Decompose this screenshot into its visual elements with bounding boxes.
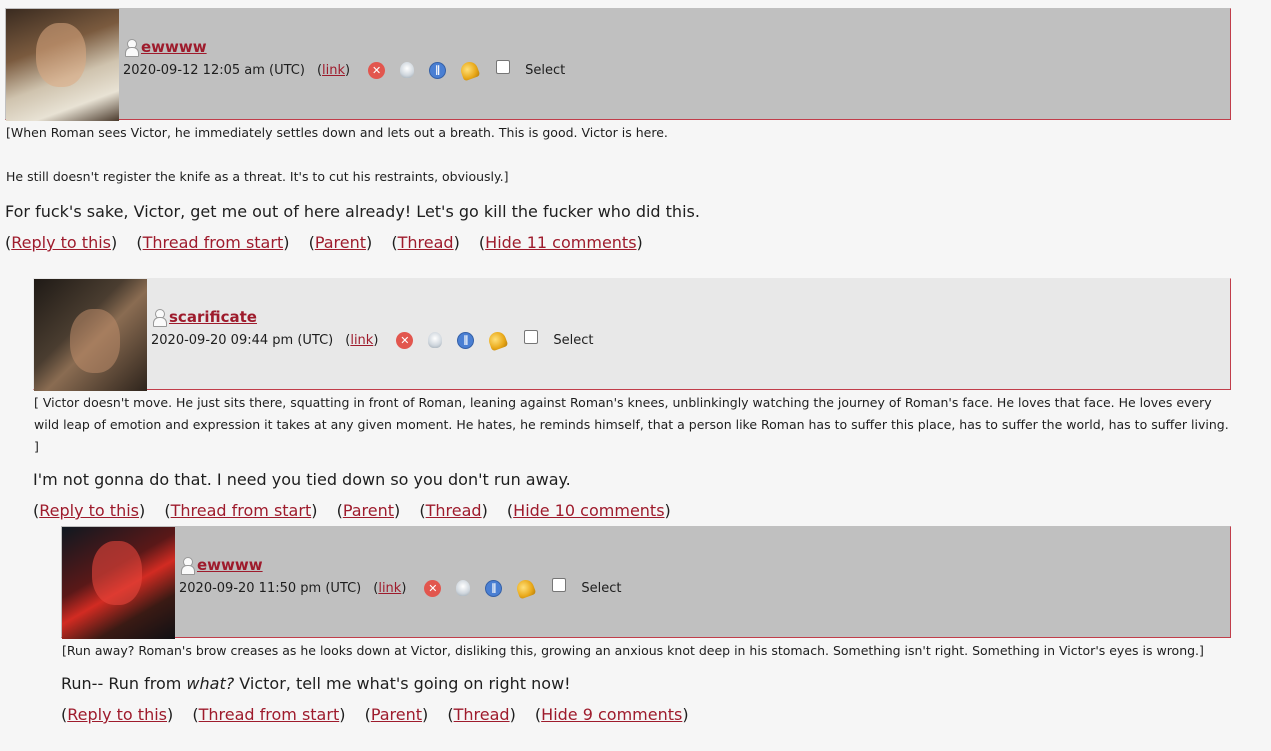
username-link[interactable]: ewwww (141, 38, 207, 56)
track-icon[interactable] (428, 332, 443, 348)
parent-link[interactable]: Parent (371, 705, 422, 724)
screen-icon[interactable] (458, 59, 481, 81)
comment-date: 2020-09-12 12:05 am (UTC) (123, 62, 305, 78)
select-checkbox[interactable] (524, 330, 539, 344)
comment-meta: ewwww 2020-09-12 12:05 am (UTC) (link) S… (119, 9, 565, 119)
track-icon[interactable] (456, 580, 471, 596)
delete-icon[interactable] (368, 61, 386, 79)
comment-date: 2020-09-20 09:44 pm (UTC) (151, 332, 334, 348)
comment-meta: scarificate 2020-09-20 09:44 pm (UTC) (l… (147, 279, 594, 389)
comment-header: ewwww 2020-09-20 11:50 pm (UTC) (link) S… (61, 526, 1231, 639)
screen-icon[interactable] (487, 329, 509, 351)
username-link[interactable]: ewwww (197, 556, 263, 574)
comment-meta: ewwww 2020-09-20 11:50 pm (UTC) (link) S… (175, 527, 622, 637)
select-checkbox[interactable] (496, 60, 511, 74)
thread-link[interactable]: Thread (426, 501, 482, 520)
reply-link[interactable]: Reply to this (11, 233, 111, 252)
user-icon[interactable] (151, 307, 167, 327)
comment-info: 2020-09-12 12:05 am (UTC) (link) Select (123, 59, 565, 81)
comment-text: [When Roman sees Victor, he immediately … (6, 125, 668, 140)
reply-link[interactable]: Reply to this (39, 501, 139, 520)
parent-link[interactable]: Parent (343, 501, 394, 520)
hide-comments-link[interactable]: Hide 11 comments (485, 233, 636, 252)
comment-header: scarificate 2020-09-20 09:44 pm (UTC) (l… (33, 278, 1231, 391)
track-icon[interactable] (400, 62, 415, 78)
hide-comments-link[interactable]: Hide 10 comments (513, 501, 664, 520)
thread-from-start-link[interactable]: Thread from start (171, 501, 312, 520)
user-line: scarificate (151, 307, 594, 327)
user-icon[interactable] (123, 37, 139, 57)
user-icon[interactable] (179, 555, 195, 575)
screen-icon[interactable] (515, 577, 537, 599)
freeze-icon[interactable] (457, 331, 475, 349)
username-link[interactable]: scarificate (169, 308, 257, 326)
thread-from-start-link[interactable]: Thread from start (199, 705, 340, 724)
comment-links: (Reply to this) (Thread from start) (Par… (33, 501, 671, 520)
user-line: ewwww (123, 37, 565, 57)
select-checkbox[interactable] (552, 578, 567, 592)
user-line: ewwww (179, 555, 622, 575)
avatar[interactable] (6, 9, 119, 121)
thread-link[interactable]: Thread (398, 233, 454, 252)
comment: scarificate 2020-09-20 09:44 pm (UTC) (l… (33, 278, 1231, 522)
select-label: Select (525, 62, 566, 78)
permalink[interactable]: link (322, 63, 345, 78)
comment-links: (Reply to this) (Thread from start) (Par… (5, 233, 643, 252)
parent-link[interactable]: Parent (315, 233, 366, 252)
avatar[interactable] (34, 279, 147, 391)
freeze-icon[interactable] (429, 61, 447, 79)
comment-links: (Reply to this) (Thread from start) (Par… (61, 705, 689, 724)
permalink[interactable]: link (378, 581, 401, 596)
hide-comments-link[interactable]: Hide 9 comments (541, 705, 682, 724)
comment-main-text: Run-- Run from what? Victor, tell me wha… (61, 674, 571, 693)
comment-info: 2020-09-20 11:50 pm (UTC) (link) Select (179, 577, 622, 599)
thread-from-start-link[interactable]: Thread from start (143, 233, 284, 252)
comment-text: He still doesn't register the knife as a… (6, 169, 509, 184)
comment: ewwww 2020-09-20 11:50 pm (UTC) (link) S… (61, 526, 1231, 726)
comment-info: 2020-09-20 09:44 pm (UTC) (link) Select (151, 329, 594, 351)
permalink[interactable]: link (350, 333, 373, 348)
avatar[interactable] (62, 527, 175, 639)
comment: ewwww 2020-09-12 12:05 am (UTC) (link) S… (5, 8, 1231, 254)
comment-text: [ Victor doesn't move. He just sits ther… (34, 395, 1229, 454)
select-label: Select (581, 580, 622, 596)
select-label: Select (553, 332, 594, 348)
delete-icon[interactable] (424, 579, 442, 597)
comment-header: ewwww 2020-09-12 12:05 am (UTC) (link) S… (5, 8, 1231, 121)
comment-main-text: For fuck's sake, Victor, get me out of h… (5, 202, 700, 221)
comment-date: 2020-09-20 11:50 pm (UTC) (179, 580, 362, 596)
comment-main-text: I'm not gonna do that. I need you tied d… (33, 470, 571, 489)
reply-link[interactable]: Reply to this (67, 705, 167, 724)
freeze-icon[interactable] (485, 579, 503, 597)
delete-icon[interactable] (396, 331, 414, 349)
comment-text: [Run away? Roman's brow creases as he lo… (62, 643, 1204, 658)
thread-link[interactable]: Thread (454, 705, 510, 724)
